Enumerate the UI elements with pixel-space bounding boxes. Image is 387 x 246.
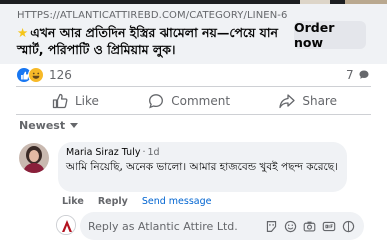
gif-icon[interactable] (322, 220, 336, 233)
comment-actions: Like Reply Send message (62, 196, 211, 207)
send-message-link[interactable]: Send message (142, 196, 212, 207)
speech-bubble-icon (359, 70, 369, 79)
order-now-button[interactable]: Order now (294, 20, 366, 50)
comment-count-link[interactable]: 7 (346, 68, 370, 82)
sort-label: Newest (19, 119, 66, 132)
link-url[interactable]: HTTPS://ATLANTICATTIREBD.COM/CATEGORY/LI… (17, 10, 287, 21)
comment-text: আমি নিয়েছি, অনেক ভালো। আমার হাজবেন্ড খু… (66, 161, 338, 173)
commenter-avatar[interactable] (19, 143, 49, 173)
comment-meta: Maria Siraz Tuly · 1d (66, 147, 339, 158)
share-label: Share (302, 94, 337, 108)
reply-placeholder: Reply as Atlantic Attire Ltd. (88, 219, 238, 233)
comment-icon (149, 94, 164, 109)
link-preview-card[interactable]: HTTPS://ATLANTICATTIREBD.COM/CATEGORY/LI… (0, 4, 387, 64)
comment-author[interactable]: Maria Siraz Tuly (66, 147, 140, 158)
star-icon: ★ (17, 25, 29, 40)
comment-reply-link[interactable]: Reply (98, 196, 128, 207)
link-title[interactable]: ★ এখন আর প্রতিদিন ইস্ত্রির ঝামেলা নয়—পেয… (17, 24, 289, 58)
like-label: Like (75, 94, 99, 108)
comment-count: 7 (346, 68, 354, 82)
divider (16, 86, 371, 87)
emoji-icon[interactable] (284, 220, 297, 233)
reaction-count: 126 (49, 68, 72, 82)
like-button[interactable]: Like (52, 90, 99, 112)
comment-time[interactable]: 1d (147, 147, 159, 158)
divider (16, 114, 371, 115)
post-action-bar: Like Comment Share (16, 90, 371, 112)
meta-separator: · (142, 147, 146, 158)
haha-reaction-icon (28, 67, 44, 83)
sticker-badge-icon[interactable] (342, 220, 355, 233)
camera-icon[interactable] (303, 220, 316, 233)
chevron-down-icon (70, 122, 79, 128)
comment-bubble: Maria Siraz Tuly · 1d আমি নিয়েছি, অনেক ভা… (58, 142, 347, 192)
page-avatar (56, 215, 76, 235)
sticker-icon[interactable] (265, 220, 278, 233)
thumbs-up-icon (52, 93, 68, 109)
comment-button[interactable]: Comment (148, 90, 230, 112)
comment-label: Comment (171, 94, 231, 108)
reply-input[interactable]: Reply as Atlantic Attire Ltd. (80, 212, 364, 240)
comment-like-link[interactable]: Like (62, 196, 84, 207)
share-icon (279, 94, 296, 109)
share-button[interactable]: Share (279, 90, 337, 112)
link-title-text: এখন আর প্রতিদিন ইস্ত্রির ঝামেলা নয়—পেয়… (17, 25, 278, 57)
reactions-summary[interactable]: 126 (16, 65, 72, 85)
comment-sort-dropdown[interactable]: Newest (19, 119, 79, 132)
reply-toolbar (265, 220, 364, 233)
